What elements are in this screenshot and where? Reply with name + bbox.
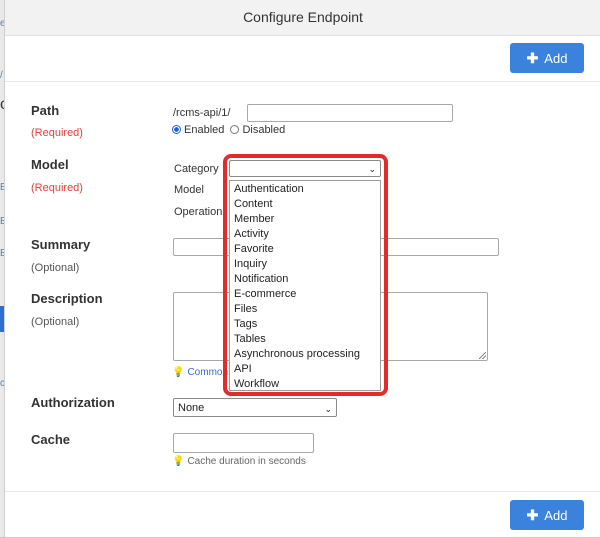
disabled-label: Disabled [242,124,286,136]
common-link[interactable]: Common [187,367,228,378]
path-prefix: /rcms-api/1/ [173,107,231,119]
summary-label: Summary [31,237,91,252]
authorization-select[interactable]: None ⌄ [173,398,337,417]
description-label: Description [31,291,103,306]
resize-grip-icon[interactable] [479,352,486,359]
path-label: Path [31,103,60,118]
disabled-radio[interactable] [230,125,240,134]
cache-label: Cache [31,432,71,447]
plus-icon: ✚ [526,507,539,523]
enabled-label: Enabled [184,124,225,136]
dialog-top-toolbar: ✚ Add [5,36,600,82]
summary-optional-note: (Optional) [31,262,80,274]
model-required-note: (Required) [31,182,83,194]
path-status-radio-group: Enabled Disabled [172,124,285,136]
category-label: Category [174,163,219,175]
lightbulb-icon: 💡 [172,367,185,378]
authorization-label: Authorization [31,395,115,410]
cache-input[interactable] [173,433,314,453]
dialog-title: Configure Endpoint [5,0,600,36]
description-hint: 💡 Common [172,367,228,378]
model-label: Model [31,157,69,172]
add-button-top[interactable]: ✚ Add [510,43,584,73]
lightbulb-icon: 💡 [172,456,185,467]
path-required-note: (Required) [31,127,83,139]
chevron-down-icon: ⌄ [324,404,332,414]
dropdown-highlight-annotation [223,154,388,396]
enabled-radio[interactable] [172,125,181,134]
dialog-footer: ✚ Add [5,491,600,538]
cache-hint: 💡 Cache duration in seconds [172,456,306,467]
plus-icon: ✚ [526,50,539,66]
model-select-label: Model [174,184,204,196]
operation-label: Operation [174,206,223,218]
description-optional-note: (Optional) [31,316,80,328]
add-button-bottom[interactable]: ✚ Add [510,500,584,530]
path-input[interactable] [247,104,453,122]
